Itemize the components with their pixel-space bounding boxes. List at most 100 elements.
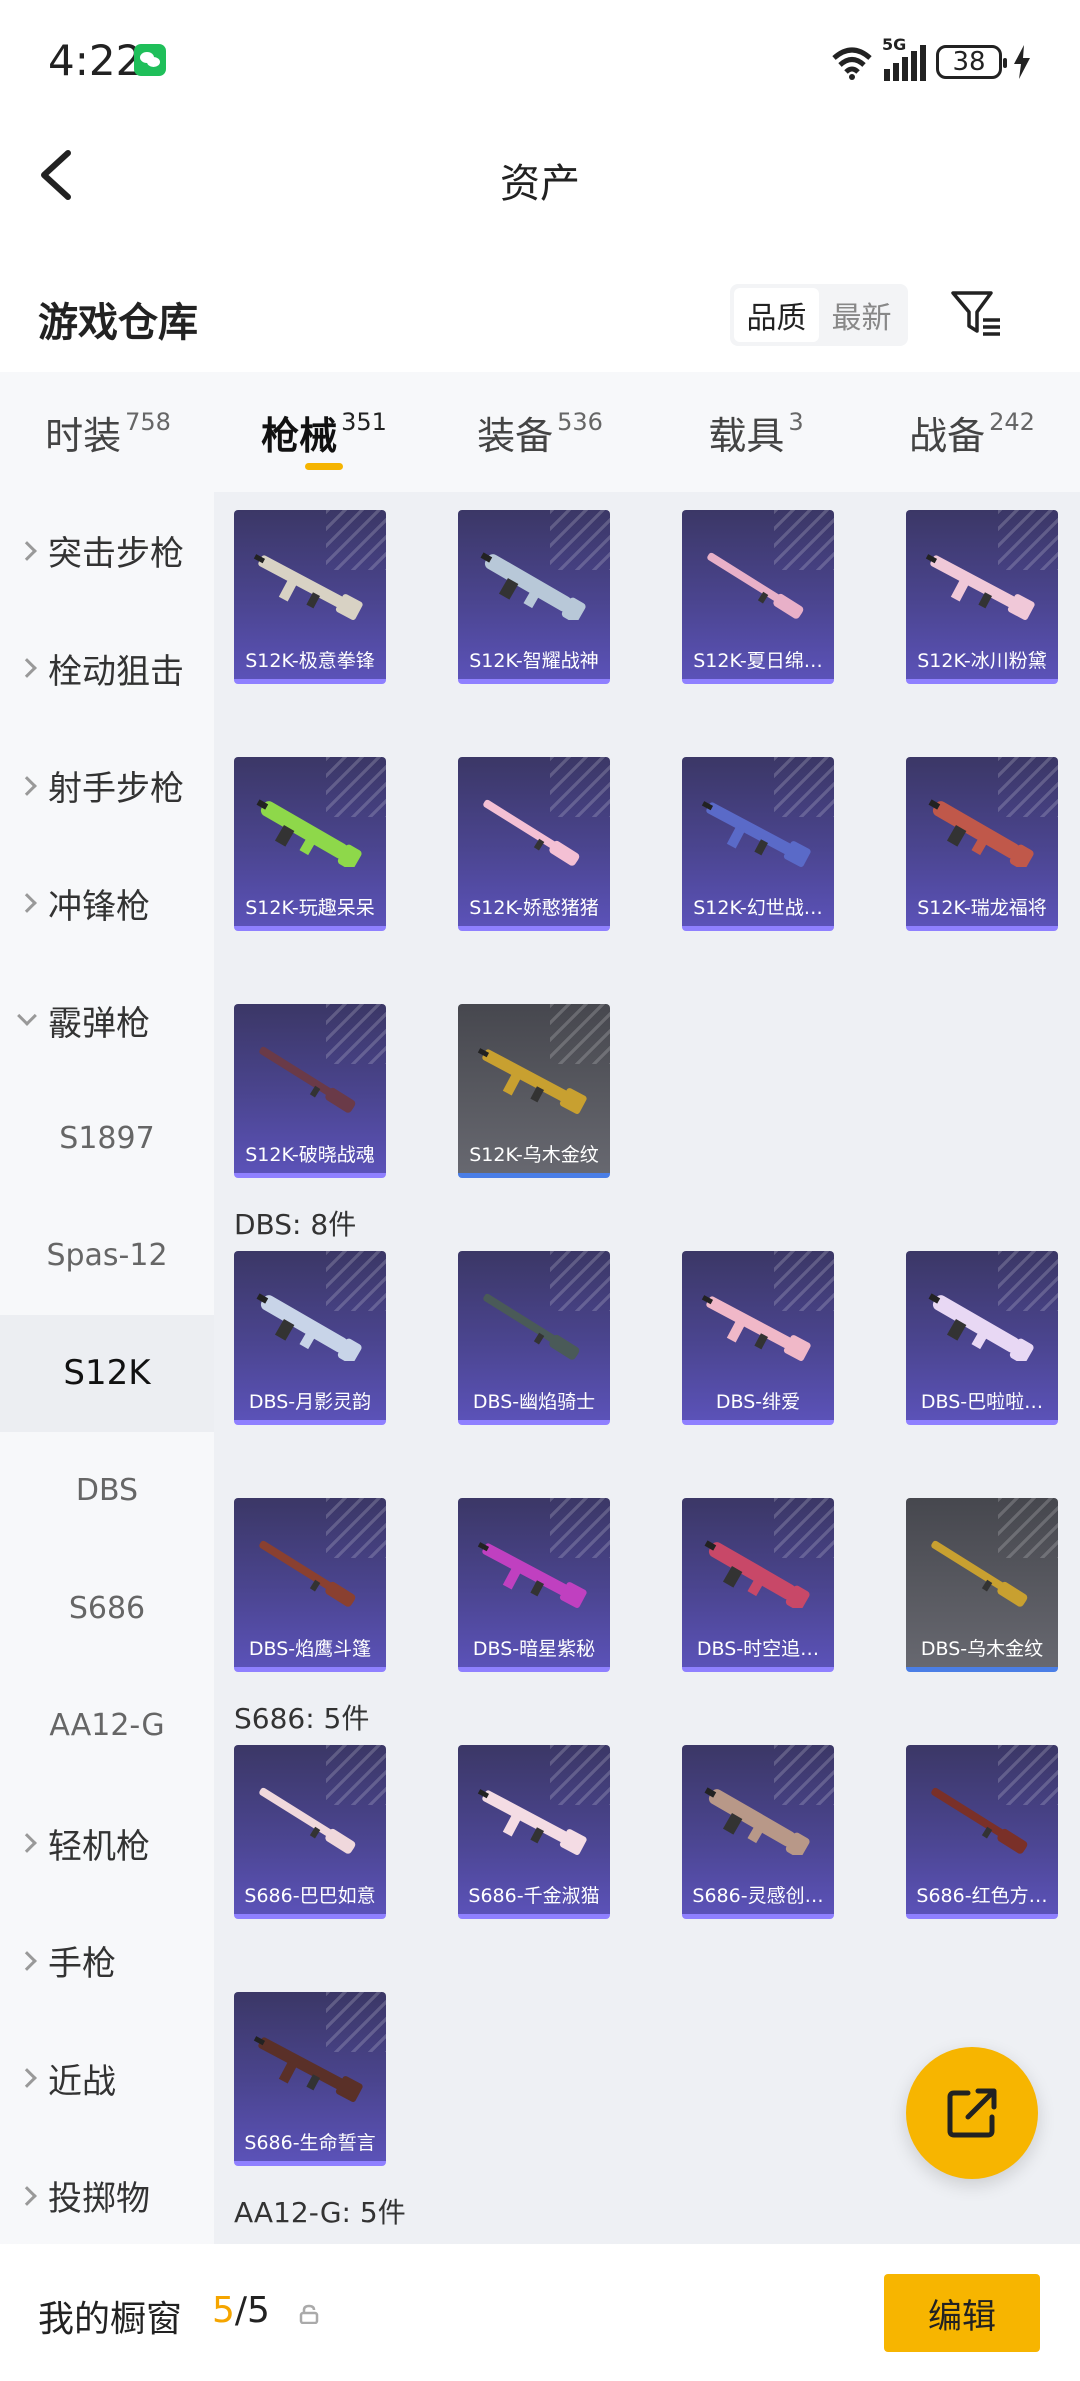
sidebar-category[interactable]: 射手步枪 xyxy=(0,727,214,845)
weapon-name: S686-灵感创… xyxy=(692,1885,824,1907)
sidebar-category[interactable]: 冲锋枪 xyxy=(0,845,214,963)
weapon-name: DBS-月影灵韵 xyxy=(248,1391,372,1413)
weapon-image xyxy=(483,1293,580,1360)
sidebar-category[interactable]: 突击步枪 xyxy=(0,492,214,610)
weapon-card[interactable]: DBS-月影灵韵 xyxy=(234,1251,386,1425)
weapon-image xyxy=(256,1293,362,1361)
sidebar-category[interactable]: 霰弹枪 xyxy=(0,962,214,1080)
weapon-card[interactable]: S686-巴巴如意 xyxy=(234,1745,386,1919)
sidebar-subitem[interactable]: DBS xyxy=(0,1432,214,1550)
sidebar-subitem[interactable]: S12K xyxy=(0,1314,214,1432)
weapon-name: DBS-焰鹰斗篷 xyxy=(248,1638,372,1660)
sidebar-category[interactable]: 近战 xyxy=(0,2020,214,2138)
tab-3[interactable]: 载具 3 xyxy=(648,372,864,492)
share-fab-button[interactable] xyxy=(906,2047,1038,2179)
battery-level: 38 xyxy=(952,47,986,77)
weapon-card[interactable]: DBS-巴啦啦… xyxy=(906,1251,1058,1425)
battery-icon: 38 xyxy=(936,45,1007,79)
weapon-card[interactable]: DBS-焰鹰斗篷 xyxy=(234,1498,386,1672)
weapon-name: DBS-绯爱 xyxy=(715,1391,801,1413)
cellular-signal-icon: 5G xyxy=(882,35,926,81)
weapon-image xyxy=(253,2036,363,2102)
sidebar-category[interactable]: 投掷物 xyxy=(0,2137,214,2255)
weapon-image xyxy=(477,1542,587,1608)
filter-icon[interactable] xyxy=(950,288,1002,340)
showcase-total: /5 xyxy=(234,2290,270,2331)
weapon-name: S12K-乌木金纹 xyxy=(469,1144,599,1166)
weapon-sidebar: 突击步枪栓动狙击射手步枪冲锋枪霰弹枪 S1897 Spas-12 S12K DBS S68… xyxy=(0,492,214,2244)
sidebar-label: 射手步枪 xyxy=(48,769,184,810)
sort-latest-button[interactable]: 最新 xyxy=(819,288,904,342)
weapon-image xyxy=(701,801,811,867)
weapon-image xyxy=(928,799,1034,867)
weapon-name: S12K-极意拳锋 xyxy=(245,650,375,672)
weapon-image xyxy=(259,1787,356,1854)
weapon-card[interactable]: DBS-乌木金纹 xyxy=(906,1498,1058,1672)
sidebar-label: AA12-G xyxy=(49,1708,165,1744)
weapon-name: DBS-巴啦啦… xyxy=(920,1391,1044,1413)
weapon-card[interactable]: S12K-瑞龙福将 xyxy=(906,757,1058,931)
tab-2[interactable]: 装备 536 xyxy=(432,372,648,492)
weapon-card[interactable]: S686-红色方… xyxy=(906,1745,1058,1919)
weapon-card[interactable]: S12K-夏日绵… xyxy=(682,510,834,684)
tab-count: 536 xyxy=(557,408,603,436)
weapon-card[interactable]: S686-灵感创… xyxy=(682,1745,834,1919)
weapon-card[interactable]: S686-生命誓言 xyxy=(234,1992,386,2166)
weapon-card[interactable]: S12K-娇憨猪猪 xyxy=(458,757,610,931)
sidebar-category[interactable]: 栓动狙击 xyxy=(0,610,214,728)
sidebar-label: DBS xyxy=(75,1473,139,1509)
showcase-label: 我的橱窗 xyxy=(38,2299,183,2340)
tab-count: 351 xyxy=(341,408,387,436)
sidebar-label: 霰弹枪 xyxy=(48,1004,150,1045)
sidebar-subitem[interactable]: S1897 xyxy=(0,1080,214,1198)
weapon-name: DBS-时空追… xyxy=(696,1638,820,1660)
weapon-card[interactable]: S12K-破晓战魂 xyxy=(234,1004,386,1178)
sidebar-label: S1897 xyxy=(59,1120,155,1156)
weapon-card[interactable]: S12K-幻世战… xyxy=(682,757,834,931)
weapon-card[interactable]: DBS-暗星紫秘 xyxy=(458,1498,610,1672)
sidebar-label: 轻机枪 xyxy=(48,1826,150,1867)
sidebar-label: Spas-12 xyxy=(46,1238,168,1274)
chevron-right-icon xyxy=(17,540,37,561)
weapon-image xyxy=(259,1046,356,1113)
tab-1[interactable]: 枪械 351 xyxy=(216,372,432,492)
sidebar-subitem[interactable]: S686 xyxy=(0,1550,214,1668)
weapon-card[interactable]: S686-千金淑猫 xyxy=(458,1745,610,1919)
weapon-card[interactable]: DBS-绯爱 xyxy=(682,1251,834,1425)
weapon-name: S12K-幻世战… xyxy=(693,897,823,919)
tab-4[interactable]: 战备 242 xyxy=(864,372,1080,492)
sidebar-category[interactable]: 手枪 xyxy=(0,1902,214,2020)
tab-label: 战备 xyxy=(909,413,986,458)
sidebar-category[interactable]: 轻机枪 xyxy=(0,1785,214,1903)
chevron-right-icon xyxy=(17,893,37,914)
weapon-name: S12K-瑞龙福将 xyxy=(917,897,1047,919)
warehouse-title: 游戏仓库 xyxy=(38,300,198,346)
sort-quality-button[interactable]: 品质 xyxy=(734,288,819,342)
weapon-card[interactable]: S12K-极意拳锋 xyxy=(234,510,386,684)
weapon-name: S686-巴巴如意 xyxy=(244,1885,376,1907)
edit-button[interactable]: 编辑 xyxy=(884,2274,1040,2352)
category-tabs: 时装 758 枪械 351 装备 536 载具 3 战备 242 xyxy=(0,372,1080,492)
sidebar-label: 近战 xyxy=(48,2061,116,2102)
chevron-right-icon xyxy=(17,2185,37,2206)
charging-bolt-icon xyxy=(1014,45,1030,79)
sidebar-label: S12K xyxy=(63,1353,151,1394)
sidebar-subitem[interactable]: AA12-G xyxy=(0,1667,214,1785)
tab-label: 时装 xyxy=(45,413,122,458)
weapon-name: S12K-玩趣呆呆 xyxy=(245,897,375,919)
tab-0[interactable]: 时装 758 xyxy=(0,372,216,492)
sidebar-label: 栓动狙击 xyxy=(48,651,184,692)
status-bar: 4:22 5G 38 xyxy=(0,0,1080,125)
weapon-card[interactable]: DBS-幽焰骑士 xyxy=(458,1251,610,1425)
weapon-card[interactable]: S12K-乌木金纹 xyxy=(458,1004,610,1178)
weapon-card[interactable]: S12K-智耀战神 xyxy=(458,510,610,684)
sidebar-subitem[interactable]: Spas-12 xyxy=(0,1197,214,1315)
weapon-card[interactable]: S12K-冰川粉黛 xyxy=(906,510,1058,684)
weapon-image xyxy=(256,799,362,867)
weapon-card[interactable]: S12K-玩趣呆呆 xyxy=(234,757,386,931)
weapon-name: S686-红色方… xyxy=(916,1885,1048,1907)
weapon-name: S12K-娇憨猪猪 xyxy=(469,897,599,919)
chevron-right-icon xyxy=(17,775,37,796)
weapon-name: DBS-暗星紫秘 xyxy=(472,1638,596,1660)
weapon-card[interactable]: DBS-时空追… xyxy=(682,1498,834,1672)
